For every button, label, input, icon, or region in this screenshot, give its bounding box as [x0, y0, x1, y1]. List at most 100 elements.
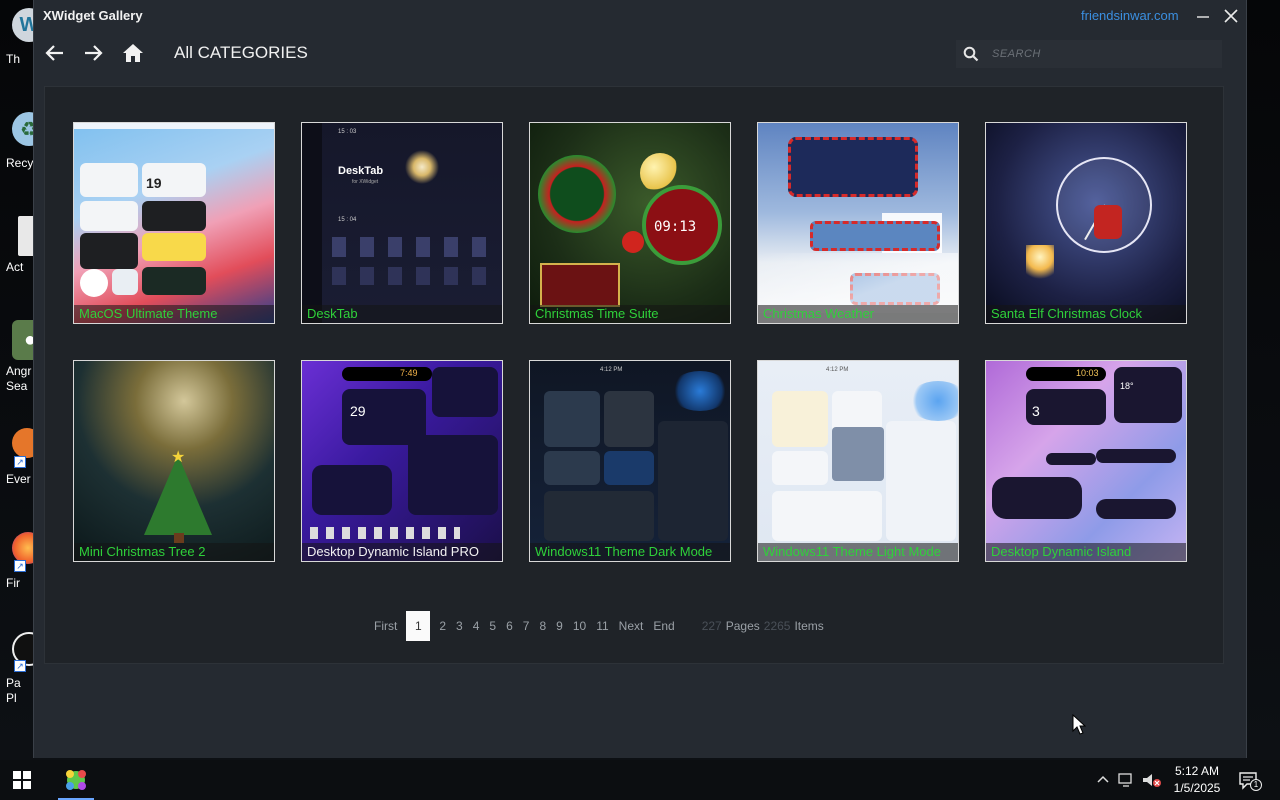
- thumbnail: [758, 123, 958, 323]
- thumbnail: 15 : 03 DeskTab for XWidget 15 : 04: [302, 123, 502, 323]
- tray-overflow-button[interactable]: [1096, 772, 1110, 789]
- gallery-item-title: Christmas Weather: [758, 305, 958, 323]
- gallery-item[interactable]: Santa Elf Christmas Clock: [985, 122, 1187, 324]
- page-6[interactable]: 6: [501, 619, 518, 633]
- thumbnail: 7:49 29: [302, 361, 502, 561]
- thumbnail: 19: [74, 123, 274, 323]
- gallery-panel: 19 MacOS Ultimate Theme 15 : 03 DeskTab …: [44, 86, 1224, 664]
- search-box[interactable]: [956, 40, 1222, 68]
- minimize-button[interactable]: [1188, 4, 1218, 28]
- gallery-item-title: Santa Elf Christmas Clock: [986, 305, 1186, 323]
- gallery-item[interactable]: Christmas Weather: [757, 122, 959, 324]
- home-icon: [123, 44, 143, 62]
- gallery-item[interactable]: 4:12 PM Windows11 Theme Dark Mode: [529, 360, 731, 562]
- page-10[interactable]: 10: [568, 619, 591, 633]
- thumbnail: ★: [74, 361, 274, 561]
- widget-time: 10:03: [1076, 368, 1099, 378]
- gallery-item-title: Mini Christmas Tree 2: [74, 543, 274, 561]
- page-11[interactable]: 11: [591, 619, 613, 633]
- widget-time: 15 : 04: [338, 217, 357, 223]
- clock-time: 5:12 AM: [1174, 764, 1220, 778]
- widget-time: 4:12 PM: [826, 367, 849, 373]
- breadcrumb: All CATEGORIES: [174, 43, 308, 62]
- forward-button[interactable]: [80, 40, 106, 66]
- gallery-item[interactable]: 7:49 29 Desktop Dynamic Island PRO: [301, 360, 503, 562]
- title-bar[interactable]: XWidget Gallery friendsinwar.com: [34, 0, 1246, 30]
- page-next[interactable]: Next: [614, 619, 649, 633]
- page-end[interactable]: End: [648, 619, 679, 633]
- widget-sub: for XWidget: [352, 179, 379, 185]
- minimize-icon: [1197, 16, 1209, 18]
- thumbnail: 10:03 3 18°: [986, 361, 1186, 561]
- shortcut-arrow-icon: ↗: [14, 660, 26, 672]
- forward-arrow-icon: [85, 45, 103, 61]
- xwidget-icon: [66, 770, 86, 790]
- page-5[interactable]: 5: [484, 619, 501, 633]
- widget-temp: 18°: [1120, 381, 1134, 391]
- network-button[interactable]: [1118, 772, 1136, 791]
- gallery-item[interactable]: 10:03 3 18° Desktop Dynamic Island: [985, 360, 1187, 562]
- back-button[interactable]: [42, 40, 68, 66]
- close-button[interactable]: [1216, 4, 1246, 28]
- back-arrow-icon: [45, 45, 63, 61]
- mouse-cursor-icon: [1072, 714, 1086, 735]
- page-1[interactable]: 1: [406, 611, 431, 641]
- gallery-item-title: Desktop Dynamic Island: [986, 543, 1186, 561]
- gallery-item[interactable]: ★ Mini Christmas Tree 2: [73, 360, 275, 562]
- window-title: XWidget Gallery: [43, 8, 143, 23]
- volume-muted-icon: [1143, 774, 1161, 787]
- widget-date: 19: [146, 175, 162, 191]
- items-label: Items: [794, 619, 824, 633]
- page-7[interactable]: 7: [518, 619, 535, 633]
- notification-count-badge: 1: [1250, 779, 1262, 791]
- search-icon[interactable]: [956, 46, 986, 62]
- gallery-item-title: Christmas Time Suite: [530, 305, 730, 323]
- pagination: First 1 2 3 4 5 6 7 8 9 10 11 Next End 2…: [369, 611, 824, 641]
- site-link[interactable]: friendsinwar.com: [1081, 8, 1179, 23]
- page-4[interactable]: 4: [468, 619, 485, 633]
- clock-time: 09:13: [654, 219, 697, 235]
- page-3[interactable]: 3: [451, 619, 468, 633]
- shortcut-arrow-icon: ↗: [14, 456, 26, 468]
- shortcut-arrow-icon: ↗: [14, 560, 26, 572]
- clock-date: 1/5/2025: [1173, 781, 1221, 795]
- xwidget-gallery-window: XWidget Gallery friendsinwar.com All CAT…: [33, 0, 1247, 758]
- taskbar-app-xwidget[interactable]: [56, 760, 96, 800]
- thumbnail: 4:12 PM: [530, 361, 730, 561]
- widget-date: 29: [350, 403, 366, 419]
- home-button[interactable]: [120, 40, 146, 66]
- widget-name: DeskTab: [338, 165, 384, 177]
- volume-button[interactable]: [1142, 772, 1162, 791]
- search-input[interactable]: [992, 48, 1212, 60]
- page-9[interactable]: 9: [551, 619, 568, 633]
- page-first[interactable]: First: [369, 619, 402, 633]
- nav-bar: All CATEGORIES: [34, 30, 1246, 76]
- page-2[interactable]: 2: [434, 619, 451, 633]
- notification-center-button[interactable]: 1: [1238, 771, 1262, 796]
- widget-time: 4:12 PM: [600, 367, 623, 373]
- windows-start-icon: [13, 771, 31, 789]
- widget-time: 7:49: [400, 368, 418, 378]
- item-count: 2265: [763, 619, 791, 633]
- gallery-item[interactable]: 4:12 PM Windows11 Theme Light Mode: [757, 360, 959, 562]
- gallery-item-title: Windows11 Theme Dark Mode: [530, 543, 730, 561]
- gallery-item-title: DeskTab: [302, 305, 502, 323]
- page-8[interactable]: 8: [534, 619, 551, 633]
- gallery-item-title: MacOS Ultimate Theme: [74, 305, 274, 323]
- page-count: 227: [701, 619, 722, 633]
- network-icon: [1118, 773, 1132, 787]
- gallery-item[interactable]: 19 MacOS Ultimate Theme: [73, 122, 275, 324]
- start-button[interactable]: [12, 770, 34, 792]
- gallery-item-title: Windows11 Theme Light Mode: [758, 543, 958, 561]
- gallery-item[interactable]: 15 : 03 DeskTab for XWidget 15 : 04 Desk…: [301, 122, 503, 324]
- taskbar-clock[interactable]: 5:12 AM 1/5/2025: [1168, 763, 1226, 797]
- close-icon: [1224, 9, 1238, 23]
- thumbnail: 4:12 PM: [758, 361, 958, 561]
- pages-label: Pages: [725, 619, 760, 633]
- chevron-up-icon: [1097, 775, 1109, 783]
- thumbnail: 09:13: [530, 123, 730, 323]
- widget-time: 15 : 03: [338, 129, 357, 135]
- gallery-item[interactable]: 09:13 Christmas Time Suite: [529, 122, 731, 324]
- gallery-item-title: Desktop Dynamic Island PRO: [302, 543, 502, 561]
- taskbar: 5:12 AM 1/5/2025 1: [0, 760, 1280, 800]
